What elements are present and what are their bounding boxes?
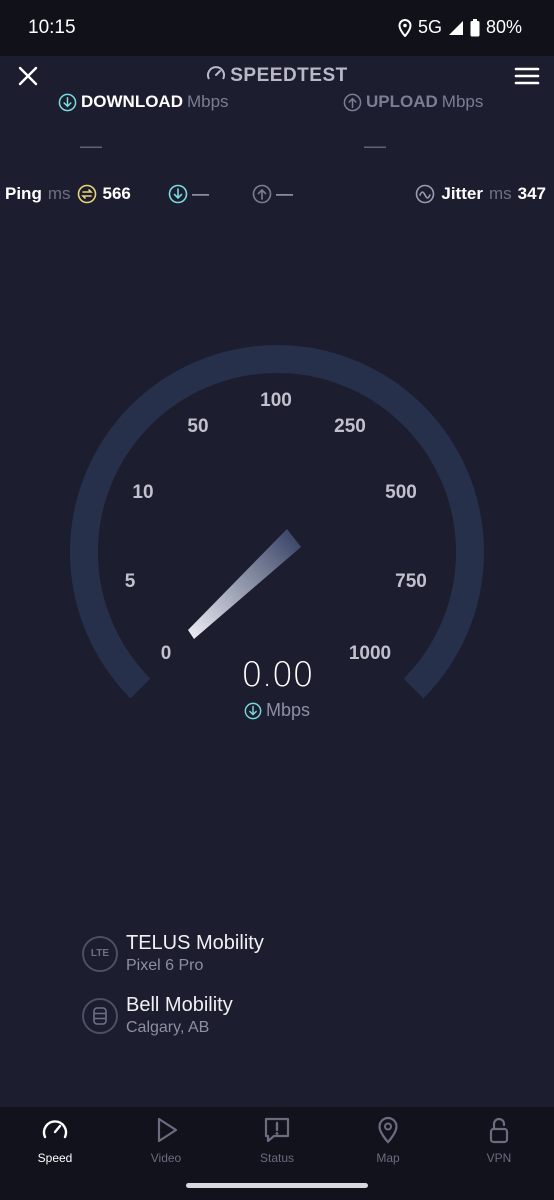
- nav-status-label: Status: [259, 1151, 295, 1165]
- app-header: SPEEDTEST: [0, 56, 554, 96]
- gauge-label-500: 500: [385, 482, 417, 503]
- gauge-label-250: 250: [334, 416, 366, 437]
- ping-upload-metric: —: [252, 182, 293, 206]
- ping-download-value: —: [192, 184, 209, 203]
- gauge-label-50: 50: [187, 416, 209, 437]
- nav-vpn-label: VPN: [486, 1151, 512, 1165]
- gauge-label-10: 10: [132, 482, 154, 503]
- download-ping-icon: [168, 184, 188, 204]
- gauge-needle: [188, 529, 301, 639]
- home-indicator[interactable]: [186, 1183, 368, 1188]
- nav-status[interactable]: Status: [222, 1115, 332, 1165]
- nav-video-label: Video: [150, 1151, 182, 1165]
- upload-metric: UPLOAD Mbps: [343, 92, 483, 112]
- nav-vpn[interactable]: VPN: [444, 1115, 554, 1165]
- jitter-label: Jitter: [441, 184, 483, 203]
- upload-arrow-icon: [343, 93, 362, 111]
- status-bar: 10:15 5G 80%: [0, 0, 554, 56]
- gauge-label-100: 100: [260, 390, 292, 411]
- nav-video[interactable]: Video: [111, 1115, 221, 1165]
- nav-speed[interactable]: Speed: [0, 1115, 110, 1165]
- gauge-label-5: 5: [124, 571, 136, 592]
- ping-metric: Ping ms 566: [5, 182, 131, 206]
- upload-ping-icon: [252, 184, 272, 204]
- play-icon: [157, 1117, 178, 1143]
- ping-unit: ms: [47, 184, 71, 203]
- download-unit-icon: [244, 702, 262, 720]
- network-type: 5G: [417, 17, 442, 37]
- ping-label: Ping: [5, 184, 42, 203]
- lock-open-icon: [489, 1117, 509, 1144]
- download-label: DOWNLOAD: [81, 92, 183, 111]
- nav-map[interactable]: Map: [333, 1115, 443, 1165]
- upload-value: —: [364, 133, 386, 158]
- menu-icon[interactable]: [514, 64, 540, 88]
- download-value: —: [80, 133, 102, 158]
- battery-level: 80%: [485, 17, 522, 37]
- map-pin-icon: [378, 1116, 398, 1144]
- upload-label: UPLOAD: [366, 92, 438, 111]
- download-arrow-icon: [58, 93, 77, 111]
- speed-value: 0.00: [241, 655, 314, 695]
- jitter-unit: ms: [488, 184, 512, 203]
- signal-icon: [448, 20, 463, 35]
- ping-upload-value: —: [276, 184, 293, 203]
- download-metric: DOWNLOAD Mbps: [58, 92, 229, 112]
- provider-name: TELUS Mobility: [126, 932, 264, 954]
- server-icon: [82, 997, 118, 1034]
- ping-download-metric: —: [168, 182, 209, 206]
- jitter-metric: Jitter ms 347: [415, 182, 546, 206]
- server-location: Calgary, AB: [126, 1019, 210, 1036]
- lte-icon: LTE: [82, 935, 118, 972]
- location-icon: [398, 18, 412, 37]
- ping-icon: [77, 184, 96, 204]
- page-title: SPEEDTEST: [0, 64, 554, 87]
- speed-gauge-icon: [42, 1120, 68, 1139]
- jitter-value: 347: [517, 184, 546, 203]
- jitter-icon: [416, 184, 435, 204]
- status-time: 10:15: [28, 17, 76, 38]
- battery-icon: [470, 18, 480, 36]
- speedometer-icon: [207, 66, 226, 80]
- alert-icon: [264, 1117, 290, 1143]
- nav-map-label: Map: [376, 1151, 400, 1165]
- upload-unit: Mbps: [441, 92, 484, 111]
- provider-info[interactable]: LTE TELUS Mobility Pixel 6 Pro: [82, 932, 264, 975]
- nav-speed-label: Speed: [37, 1151, 73, 1165]
- ping-value: 566: [102, 184, 131, 203]
- speed-unit: Mbps: [0, 700, 554, 721]
- server-name: Bell Mobility: [126, 994, 233, 1016]
- title-text: SPEEDTEST: [230, 65, 348, 86]
- speed-unit-text: Mbps: [265, 700, 310, 720]
- device-name: Pixel 6 Pro: [126, 957, 204, 974]
- gauge-label-750: 750: [395, 571, 427, 592]
- server-info[interactable]: Bell Mobility Calgary, AB: [82, 994, 233, 1037]
- status-indicators: 5G 80%: [398, 17, 522, 38]
- download-unit: Mbps: [186, 92, 229, 111]
